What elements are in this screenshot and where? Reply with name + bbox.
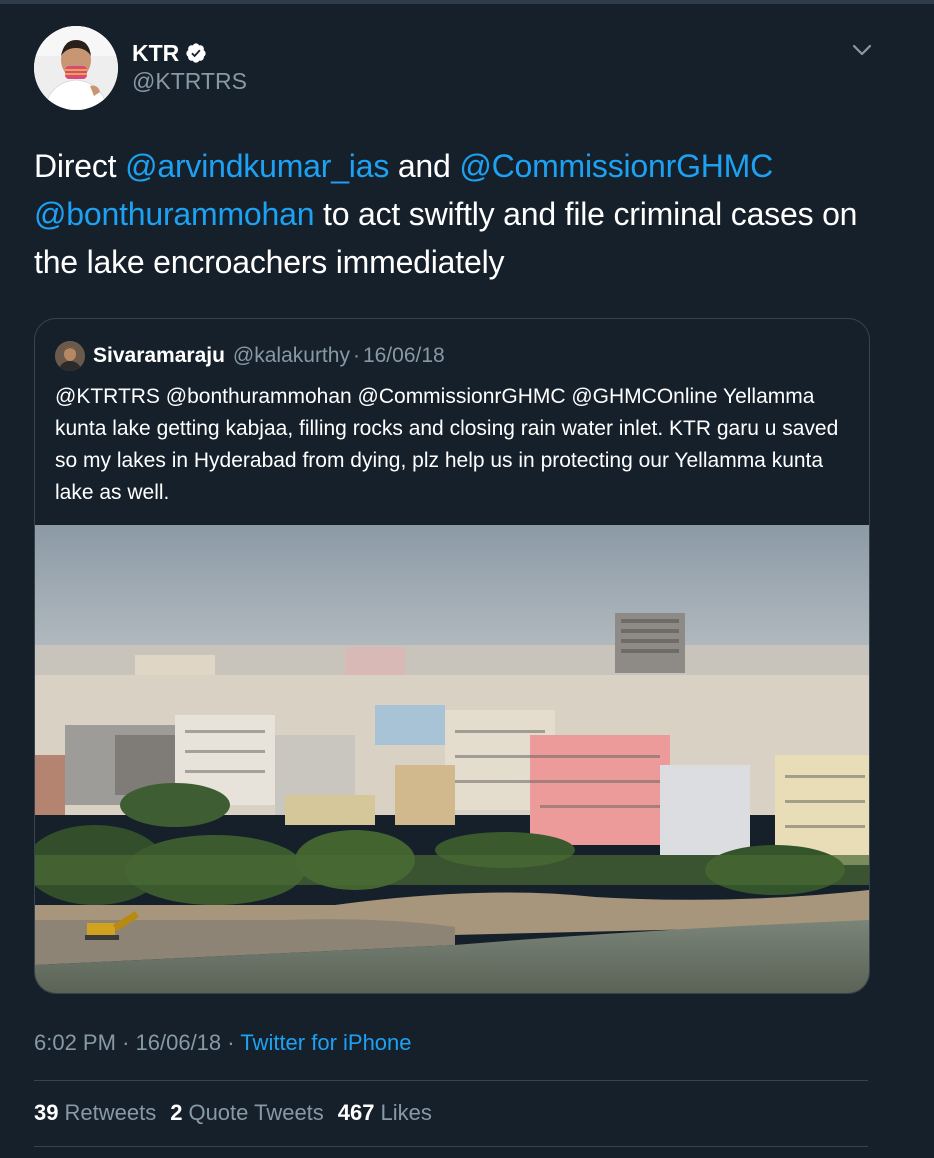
likes-label: Likes xyxy=(380,1100,432,1125)
quote-tweets-label: Quote Tweets xyxy=(188,1100,324,1125)
quoted-tweet-header: Sivaramaraju @kalakurthy · 16/06/18 xyxy=(55,339,445,373)
meta-separator: · xyxy=(122,1030,130,1055)
tweet-text-part: Direct xyxy=(34,148,126,184)
divider xyxy=(34,1080,868,1081)
quoted-separator: · xyxy=(352,344,360,367)
tweet-stats: 39 Retweets 2 Quote Tweets 467 Likes xyxy=(34,1100,446,1126)
quoted-author-name: Sivaramaraju xyxy=(93,344,225,367)
quoted-author-handle: @kalakurthy xyxy=(232,344,350,367)
retweets-label: Retweets xyxy=(64,1100,157,1125)
chevron-down-icon[interactable] xyxy=(850,38,874,62)
divider xyxy=(34,1146,868,1147)
mention-link[interactable]: @arvindkumar_ias xyxy=(125,148,389,184)
author-avatar[interactable] xyxy=(34,26,118,110)
quote-tweets-count: 2 xyxy=(170,1100,183,1125)
tweet-time[interactable]: 6:02 PM xyxy=(34,1030,116,1055)
tweet: KTR @KTRTRS Direct @arvindkumar_ias and … xyxy=(0,0,934,1158)
tweet-text-part: and xyxy=(389,148,460,184)
quote-tweets-stat[interactable]: 2 Quote Tweets xyxy=(170,1100,324,1126)
author-display-name[interactable]: KTR xyxy=(132,40,179,67)
tweet-text: Direct @arvindkumar_ias and @Commissionr… xyxy=(34,142,894,286)
retweets-stat[interactable]: 39 Retweets xyxy=(34,1100,156,1126)
quoted-photo[interactable] xyxy=(35,525,869,993)
tweet-meta: 6:02 PM · 16/06/18 · Twitter for iPhone xyxy=(34,1030,412,1056)
meta-separator: · xyxy=(227,1030,235,1055)
verified-badge-icon xyxy=(186,43,206,63)
author-handle[interactable]: @KTRTRS xyxy=(132,68,247,95)
quoted-tweet-text: @KTRTRS @bonthurammohan @CommissionrGHMC… xyxy=(55,385,839,504)
mention-link[interactable]: @bonthurammohan xyxy=(34,196,315,232)
author-name-row: KTR xyxy=(132,38,207,68)
tweet-date[interactable]: 16/06/18 xyxy=(136,1030,222,1055)
tweet-source-link[interactable]: Twitter for iPhone xyxy=(240,1030,411,1055)
likes-stat[interactable]: 467 Likes xyxy=(338,1100,432,1126)
likes-count: 467 xyxy=(337,1100,375,1125)
mention-link[interactable]: @CommissionrGHMC xyxy=(459,148,773,184)
retweets-count: 39 xyxy=(34,1100,59,1125)
quoted-tweet[interactable]: Sivaramaraju @kalakurthy · 16/06/18 @KTR… xyxy=(34,318,870,994)
quoted-author-avatar xyxy=(55,341,85,371)
quoted-date: 16/06/18 xyxy=(362,344,445,367)
